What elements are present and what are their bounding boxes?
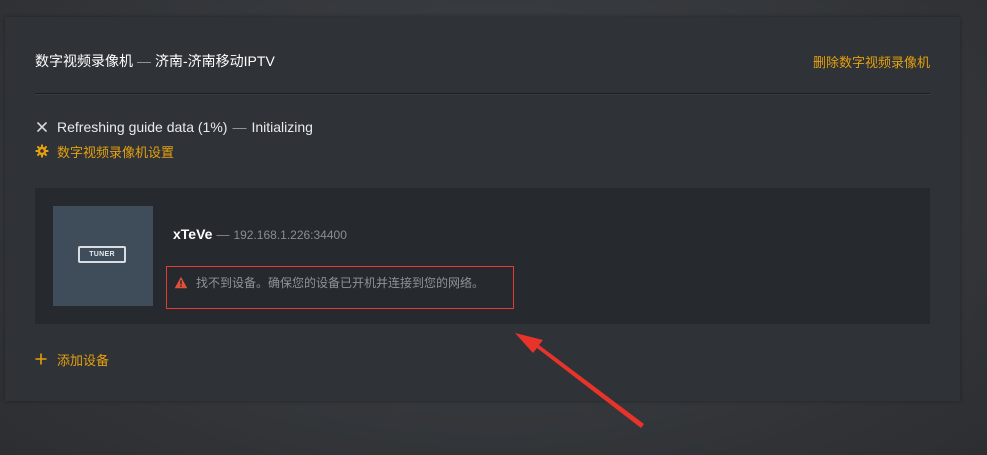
device-title: xTeVe —192.168.1.226:34400 bbox=[173, 226, 347, 244]
gear-icon bbox=[35, 144, 49, 158]
plus-icon bbox=[35, 353, 47, 365]
status-text: Refreshing guide data (1%) bbox=[57, 119, 228, 135]
error-highlight-box: 找不到设备。确保您的设备已开机并连接到您的网络。 bbox=[166, 266, 514, 309]
warning-icon bbox=[174, 276, 188, 289]
title-separator: — bbox=[137, 53, 151, 69]
dvr-source: 济南-济南移动IPTV bbox=[155, 53, 275, 69]
status-state: Initializing bbox=[251, 119, 313, 135]
dvr-panel: 数字视频录像机 — 济南-济南移动IPTV 删除数字视频录像机 Refreshing… bbox=[5, 17, 960, 401]
dvr-header: 数字视频录像机 — 济南-济南移动IPTV 删除数字视频录像机 bbox=[35, 51, 930, 71]
delete-dvr-link[interactable]: 删除数字视频录像机 bbox=[813, 52, 930, 71]
device-separator: — bbox=[216, 227, 230, 242]
error-message: 找不到设备。确保您的设备已开机并连接到您的网络。 bbox=[196, 276, 485, 290]
settings-label: 数字视频录像机设置 bbox=[57, 144, 175, 160]
dvr-label: 数字视频录像机 bbox=[35, 53, 133, 69]
device-card: TUNER xTeVe —192.168.1.226:34400 找不到设备。确保… bbox=[35, 188, 930, 324]
status-separator: — bbox=[232, 119, 247, 135]
device-name: xTeVe bbox=[173, 226, 213, 242]
dvr-settings-link[interactable]: 数字视频录像机设置 bbox=[35, 143, 175, 160]
guide-refresh-status: Refreshing guide data (1%) — Initializing bbox=[35, 118, 313, 136]
device-thumbnail: TUNER bbox=[53, 206, 153, 306]
page-title: 数字视频录像机 — 济南-济南移动IPTV bbox=[35, 51, 275, 71]
header-divider bbox=[35, 93, 930, 95]
close-icon[interactable] bbox=[35, 120, 49, 134]
add-device-button[interactable]: 添加设备 bbox=[35, 351, 110, 368]
add-device-label: 添加设备 bbox=[57, 352, 110, 368]
tuner-badge: TUNER bbox=[78, 246, 126, 263]
device-error: 找不到设备。确保您的设备已开机并连接到您的网络。 bbox=[174, 274, 484, 291]
device-address: 192.168.1.226:34400 bbox=[233, 228, 347, 242]
